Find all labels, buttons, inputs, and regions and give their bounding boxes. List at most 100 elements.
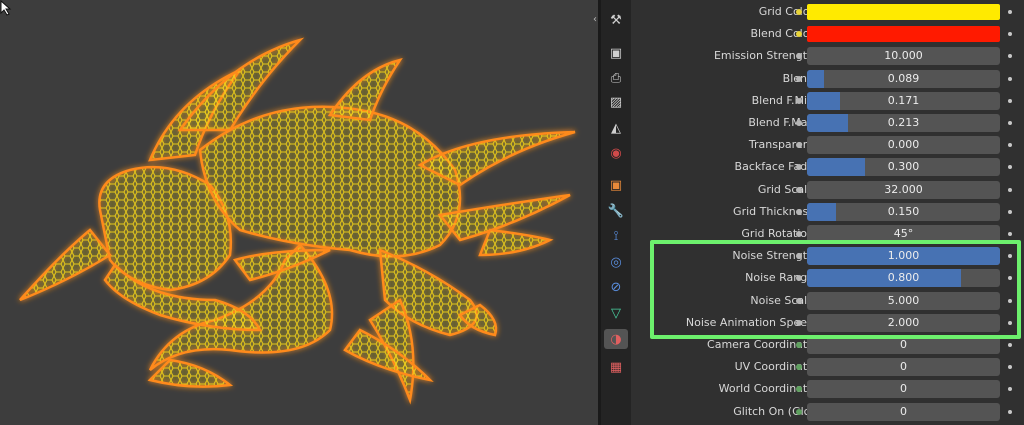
value-slider[interactable]: 0.171 — [807, 91, 1000, 110]
keyframe-dot-icon[interactable] — [1008, 143, 1012, 148]
property-row: Camera Coordinate 0 — [633, 334, 1024, 356]
value-slider[interactable]: 0.800 — [807, 269, 1000, 288]
value-slider[interactable]: 0.150 — [807, 202, 1000, 221]
property-row: Glitch On (Glc) 0 — [633, 401, 1024, 423]
color-swatch[interactable] — [807, 26, 1000, 43]
tool-icon[interactable]: ⚒ — [604, 10, 628, 30]
property-label: Grid Scale — [757, 182, 814, 196]
value-slider[interactable]: 10.000 — [807, 47, 1000, 66]
object-icon[interactable]: ▣ — [604, 175, 628, 195]
value-slider[interactable]: 5.000 — [807, 291, 1000, 310]
keyframe-dot-icon[interactable] — [1008, 232, 1012, 236]
material-icon[interactable]: ◑ — [604, 329, 628, 349]
value-slider[interactable]: 0 — [807, 358, 1000, 377]
property-label: Blend F.Max — [748, 116, 814, 129]
property-label: Blend Color — [750, 27, 814, 41]
keyframe-dot-icon[interactable] — [1008, 298, 1012, 303]
properties-tab-strip: ⚒ ▣ ⎙ ▨ ◭ ◉ ▣ 🔧 ⟟ ◎ ⊘ ▽ ◑ ▦ — [601, 0, 631, 425]
property-row: Grid Scale 32.000 — [633, 179, 1024, 201]
value-slider[interactable]: 0 — [807, 336, 1000, 354]
texture-icon[interactable]: ▦ — [604, 357, 628, 377]
property-row: Backface Fade 0.300 — [633, 156, 1024, 178]
property-label: Noise Range — [745, 271, 814, 285]
slider-value: 5.000 — [887, 293, 920, 307]
keyframe-dot-icon[interactable] — [1008, 32, 1012, 37]
socket-dot-icon[interactable] — [796, 9, 802, 15]
socket-dot-icon[interactable] — [796, 297, 802, 304]
modifier-icon[interactable]: 🔧 — [604, 201, 628, 221]
keyframe-dot-icon[interactable] — [1008, 276, 1012, 281]
keyframe-dot-icon[interactable] — [1008, 409, 1012, 414]
slider-value: 0.800 — [887, 271, 920, 285]
property-row: Blend F.Min 0.171 — [633, 90, 1024, 112]
value-slider[interactable]: 0 — [807, 380, 1000, 399]
property-label: Backface Fade — [734, 160, 814, 174]
keyframe-dot-icon[interactable] — [1008, 98, 1012, 103]
3d-viewport[interactable] — [0, 0, 598, 425]
property-row: Blend Color — [633, 23, 1024, 45]
value-slider[interactable]: 45° — [807, 225, 1000, 243]
socket-dot-icon[interactable] — [796, 208, 802, 215]
world-icon[interactable]: ◉ — [604, 143, 628, 163]
socket-dot-icon[interactable] — [796, 342, 802, 348]
physics-icon[interactable]: ◎ — [604, 252, 628, 272]
value-slider[interactable]: 0.213 — [807, 114, 1000, 132]
render-icon[interactable]: ▣ — [604, 43, 628, 63]
property-row: Transparent 0.000 — [633, 134, 1024, 156]
value-slider[interactable]: 0.300 — [807, 158, 1000, 177]
output-icon[interactable]: ⎙ — [604, 68, 628, 88]
data-icon[interactable]: ▽ — [604, 303, 628, 323]
slider-value: 32.000 — [884, 182, 923, 196]
property-row: Grid Color — [633, 1, 1024, 23]
socket-dot-icon[interactable] — [796, 186, 802, 193]
slider-value: 1.000 — [887, 249, 920, 263]
socket-dot-icon[interactable] — [796, 75, 802, 82]
keyframe-dot-icon[interactable] — [1008, 76, 1012, 81]
keyframe-dot-icon[interactable] — [1008, 10, 1012, 14]
socket-dot-icon[interactable] — [796, 97, 802, 104]
slider-value: 0 — [900, 404, 907, 418]
color-swatch[interactable] — [807, 4, 1000, 20]
collapse-chevron-icon[interactable]: ‹ — [593, 14, 597, 25]
keyframe-dot-icon[interactable] — [1008, 254, 1012, 259]
keyframe-dot-icon[interactable] — [1008, 343, 1012, 347]
keyframe-dot-icon[interactable] — [1008, 365, 1012, 370]
slider-value: 0.171 — [887, 93, 920, 107]
slider-value: 0.000 — [887, 138, 920, 152]
value-slider[interactable]: 1.000 — [807, 247, 1000, 266]
creature-wireframe-render — [19, 37, 576, 405]
property-row: World Coordinate 0 — [633, 378, 1024, 400]
socket-dot-icon[interactable] — [796, 319, 802, 326]
scene-icon[interactable]: ◭ — [604, 118, 628, 138]
value-slider[interactable]: 0.000 — [807, 136, 1000, 155]
keyframe-dot-icon[interactable] — [1008, 320, 1012, 325]
keyframe-dot-icon[interactable] — [1008, 165, 1012, 170]
property-row: Blend F.Max 0.213 — [633, 112, 1024, 134]
keyframe-dot-icon[interactable] — [1008, 121, 1012, 125]
property-row: Grid Thickness 0.150 — [633, 201, 1024, 223]
constraints-icon[interactable]: ⊘ — [604, 277, 628, 297]
property-label: Transparent — [748, 138, 814, 152]
mouse-cursor-icon — [0, 0, 12, 16]
value-slider[interactable]: 0.089 — [807, 69, 1000, 88]
socket-dot-icon[interactable] — [796, 120, 802, 126]
particles-icon[interactable]: ⟟ — [604, 226, 628, 246]
socket-dot-icon[interactable] — [796, 231, 802, 237]
slider-value: 2.000 — [887, 315, 920, 329]
keyframe-dot-icon[interactable] — [1008, 387, 1012, 392]
keyframe-dot-icon[interactable] — [1008, 209, 1012, 214]
value-slider[interactable]: 2.000 — [807, 313, 1000, 332]
value-slider[interactable]: 32.000 — [807, 180, 1000, 199]
value-slider[interactable]: 0 — [807, 402, 1000, 421]
property-label: Blend F.Min — [751, 93, 814, 107]
slider-value: 0.150 — [887, 204, 920, 218]
slider-value: 45° — [893, 227, 914, 240]
view-layer-icon[interactable]: ▨ — [604, 92, 628, 112]
property-row: UV Coordinate 0 — [633, 356, 1024, 378]
property-row: Emission Strength 10.000 — [633, 45, 1024, 67]
property-label: UV Coordinate — [734, 360, 814, 374]
socket-dot-icon[interactable] — [796, 408, 802, 415]
keyframe-dot-icon[interactable] — [1008, 54, 1012, 59]
property-label: Grid Rotation — [741, 227, 814, 240]
keyframe-dot-icon[interactable] — [1008, 187, 1012, 192]
